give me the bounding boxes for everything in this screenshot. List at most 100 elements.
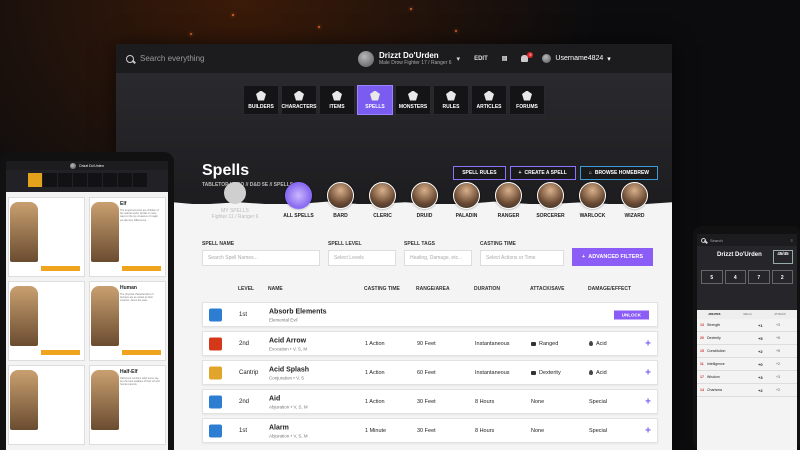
- table-row[interactable]: 1st Alarm Abjuration • V, S, M 1 Minute …: [202, 418, 658, 443]
- class-paladin[interactable]: PALADIN: [451, 182, 482, 219]
- phone-search-input[interactable]: Search: [710, 238, 787, 243]
- abjuration-icon: [209, 395, 222, 408]
- class-all-spells[interactable]: ALL SPELLS: [283, 182, 314, 219]
- nav-articles[interactable]: ARTICLES: [471, 85, 507, 115]
- table-row[interactable]: 2nd Aid Abjuration • V, S, M 1 Action 30…: [202, 389, 658, 414]
- add-spell-button[interactable]: +: [645, 396, 651, 407]
- add-spell-button[interactable]: +: [645, 338, 651, 349]
- class-cleric[interactable]: CLERIC: [367, 182, 398, 219]
- race-card[interactable]: [8, 281, 85, 361]
- nav-characters[interactable]: CHARACTERS: [281, 85, 317, 115]
- tab-abilities[interactable]: ABILITIES: [708, 313, 720, 316]
- race-card[interactable]: Human The physical characteristics of hum…: [89, 281, 166, 361]
- characters-icon: [294, 90, 304, 101]
- class-bard[interactable]: BARD: [325, 182, 356, 219]
- create-spell-button[interactable]: + CREATE A SPELL: [509, 166, 576, 180]
- race-card[interactable]: Elf The long-lived elves are children of …: [89, 197, 166, 277]
- class-druid[interactable]: DRUID: [409, 182, 440, 219]
- spell-name-input[interactable]: Search Spell Names...: [202, 250, 320, 266]
- nav-spells[interactable]: SPELLS: [357, 85, 393, 115]
- tablet-nav-item[interactable]: [87, 173, 102, 187]
- class-sorcerer[interactable]: SORCERER: [535, 182, 566, 219]
- stat-box[interactable]: 7: [748, 270, 770, 284]
- casting-time-select[interactable]: Select Actions or Time: [480, 250, 564, 266]
- table-row[interactable]: Cantrip Acid Splash Conjuration • V, S 1…: [202, 360, 658, 385]
- bell-icon[interactable]: 9: [521, 52, 534, 62]
- ember: [410, 8, 412, 10]
- ability-row[interactable]: 14 Charisma +2 +2: [697, 384, 797, 397]
- menu-icon[interactable]: ≡: [791, 238, 793, 243]
- race-button[interactable]: [122, 350, 161, 355]
- my-spells[interactable]: MY SPELLS Fighter 11 / Ranger 6: [202, 182, 268, 220]
- col-casting-time[interactable]: CASTING TIME: [364, 286, 400, 292]
- phone-tabs: ABILITIES SKILLS ATTACKS: [697, 310, 797, 319]
- col-range[interactable]: RANGE/AREA: [416, 286, 450, 292]
- tablet-nav-item[interactable]: [102, 173, 117, 187]
- stat-box[interactable]: 2: [771, 270, 793, 284]
- tablet-nav-item[interactable]: [27, 173, 42, 187]
- race-card[interactable]: Half-Elf Half-elves combine what some say…: [89, 365, 166, 445]
- add-spell-button[interactable]: +: [645, 425, 651, 436]
- ability-row[interactable]: 20 Dexterity +5 +5: [697, 332, 797, 345]
- tablet-nav-item[interactable]: [72, 173, 87, 187]
- spell-tags-select[interactable]: Healing, Damage, etc...: [404, 250, 472, 266]
- ability-row[interactable]: 15 Constitution +2 +5: [697, 345, 797, 358]
- stat-box[interactable]: 5: [701, 270, 723, 284]
- ability-row[interactable]: 13 Strength +1 +3: [697, 319, 797, 332]
- stat-box[interactable]: 4: [724, 270, 746, 284]
- search-icon: [126, 54, 134, 63]
- col-duration[interactable]: DURATION: [474, 286, 500, 292]
- user-menu[interactable]: Username4824 ▾: [542, 54, 611, 63]
- class-wizard[interactable]: WIZARD: [619, 182, 650, 219]
- filter-row: SPELL NAME Search Spell Names... SPELL L…: [202, 241, 658, 266]
- unlock-button[interactable]: UNLOCK: [613, 310, 649, 319]
- tab-skills[interactable]: SKILLS: [743, 313, 751, 316]
- phone-device: Search ≡ Drizzt Do'Urden 45/45 5472 ABIL…: [693, 226, 800, 450]
- race-button[interactable]: [41, 350, 80, 355]
- class-ranger[interactable]: RANGER: [493, 182, 524, 219]
- top-bar: Search everything Drizzt Do'Urden Male D…: [116, 44, 672, 74]
- desktop-screen: Search everything Drizzt Do'Urden Male D…: [116, 44, 672, 450]
- avatar: [358, 50, 374, 67]
- race-card[interactable]: [8, 365, 85, 445]
- hit-points[interactable]: 45/45: [773, 250, 793, 264]
- my-spells-sub: Fighter 11 / Ranger 6: [211, 214, 259, 220]
- table-row[interactable]: 1st Absorb Elements Elemental Evil UNLOC…: [202, 302, 658, 327]
- col-level[interactable]: LEVEL: [238, 286, 254, 292]
- col-effect[interactable]: DAMAGE/EFFECT: [588, 286, 631, 292]
- col-attack[interactable]: ATTACK/SAVE: [530, 286, 564, 292]
- ability-row[interactable]: 17 Wisdom +3 +3: [697, 371, 797, 384]
- class-warlock[interactable]: WARLOCK: [577, 182, 608, 219]
- character-switcher[interactable]: Drizzt Do'Urden Male Drow Fighter 17 / R…: [358, 50, 460, 67]
- race-card[interactable]: [8, 197, 85, 277]
- col-name[interactable]: NAME: [268, 286, 283, 292]
- nav-items[interactable]: ITEMS: [319, 85, 355, 115]
- user-avatar: [542, 54, 552, 63]
- table-row[interactable]: 2nd Acid Arrow Evocation • V, S, M 1 Act…: [202, 331, 658, 356]
- tab-attacks[interactable]: ATTACKS: [774, 313, 785, 316]
- tablet-nav-item[interactable]: [117, 173, 132, 187]
- edit-button[interactable]: EDIT: [474, 56, 488, 62]
- browse-homebrew-button[interactable]: ⌂ BROWSE HOMEBREW: [579, 166, 658, 180]
- tablet-nav-item[interactable]: [132, 173, 147, 187]
- add-spell-button[interactable]: +: [645, 367, 651, 378]
- nav-forums[interactable]: FORUMS: [509, 85, 545, 115]
- race-button[interactable]: [41, 266, 80, 271]
- tablet-nav-item[interactable]: [57, 173, 72, 187]
- race-button[interactable]: [122, 266, 161, 271]
- class-filter-row: MY SPELLS Fighter 11 / Ranger 6 ALL SPEL…: [202, 182, 660, 220]
- table-header: LEVEL NAME CASTING TIME RANGE/AREA DURAT…: [202, 286, 658, 296]
- search-input[interactable]: Search everything: [140, 54, 204, 63]
- advanced-filters-button[interactable]: + ADVANCED FILTERS: [572, 248, 654, 266]
- tablet-device: Drizzt Do'Urden Elf The long-lived elves …: [0, 152, 174, 450]
- character-subtitle: Male Drow Fighter 17 / Ranger 6: [379, 60, 452, 66]
- nav-builders[interactable]: BUILDERS: [243, 85, 279, 115]
- spell-rules-button[interactable]: SPELL RULES: [453, 166, 506, 180]
- nav-rules[interactable]: RULES: [433, 85, 469, 115]
- messages-icon[interactable]: ▤: [502, 55, 508, 62]
- global-search[interactable]: Search everything: [126, 54, 356, 63]
- ability-row[interactable]: 11 Intelligence +0 +2: [697, 358, 797, 371]
- spell-level-select[interactable]: Select Levels: [328, 250, 396, 266]
- nav-monsters[interactable]: MONSTERS: [395, 85, 431, 115]
- tablet-nav-item[interactable]: [42, 173, 57, 187]
